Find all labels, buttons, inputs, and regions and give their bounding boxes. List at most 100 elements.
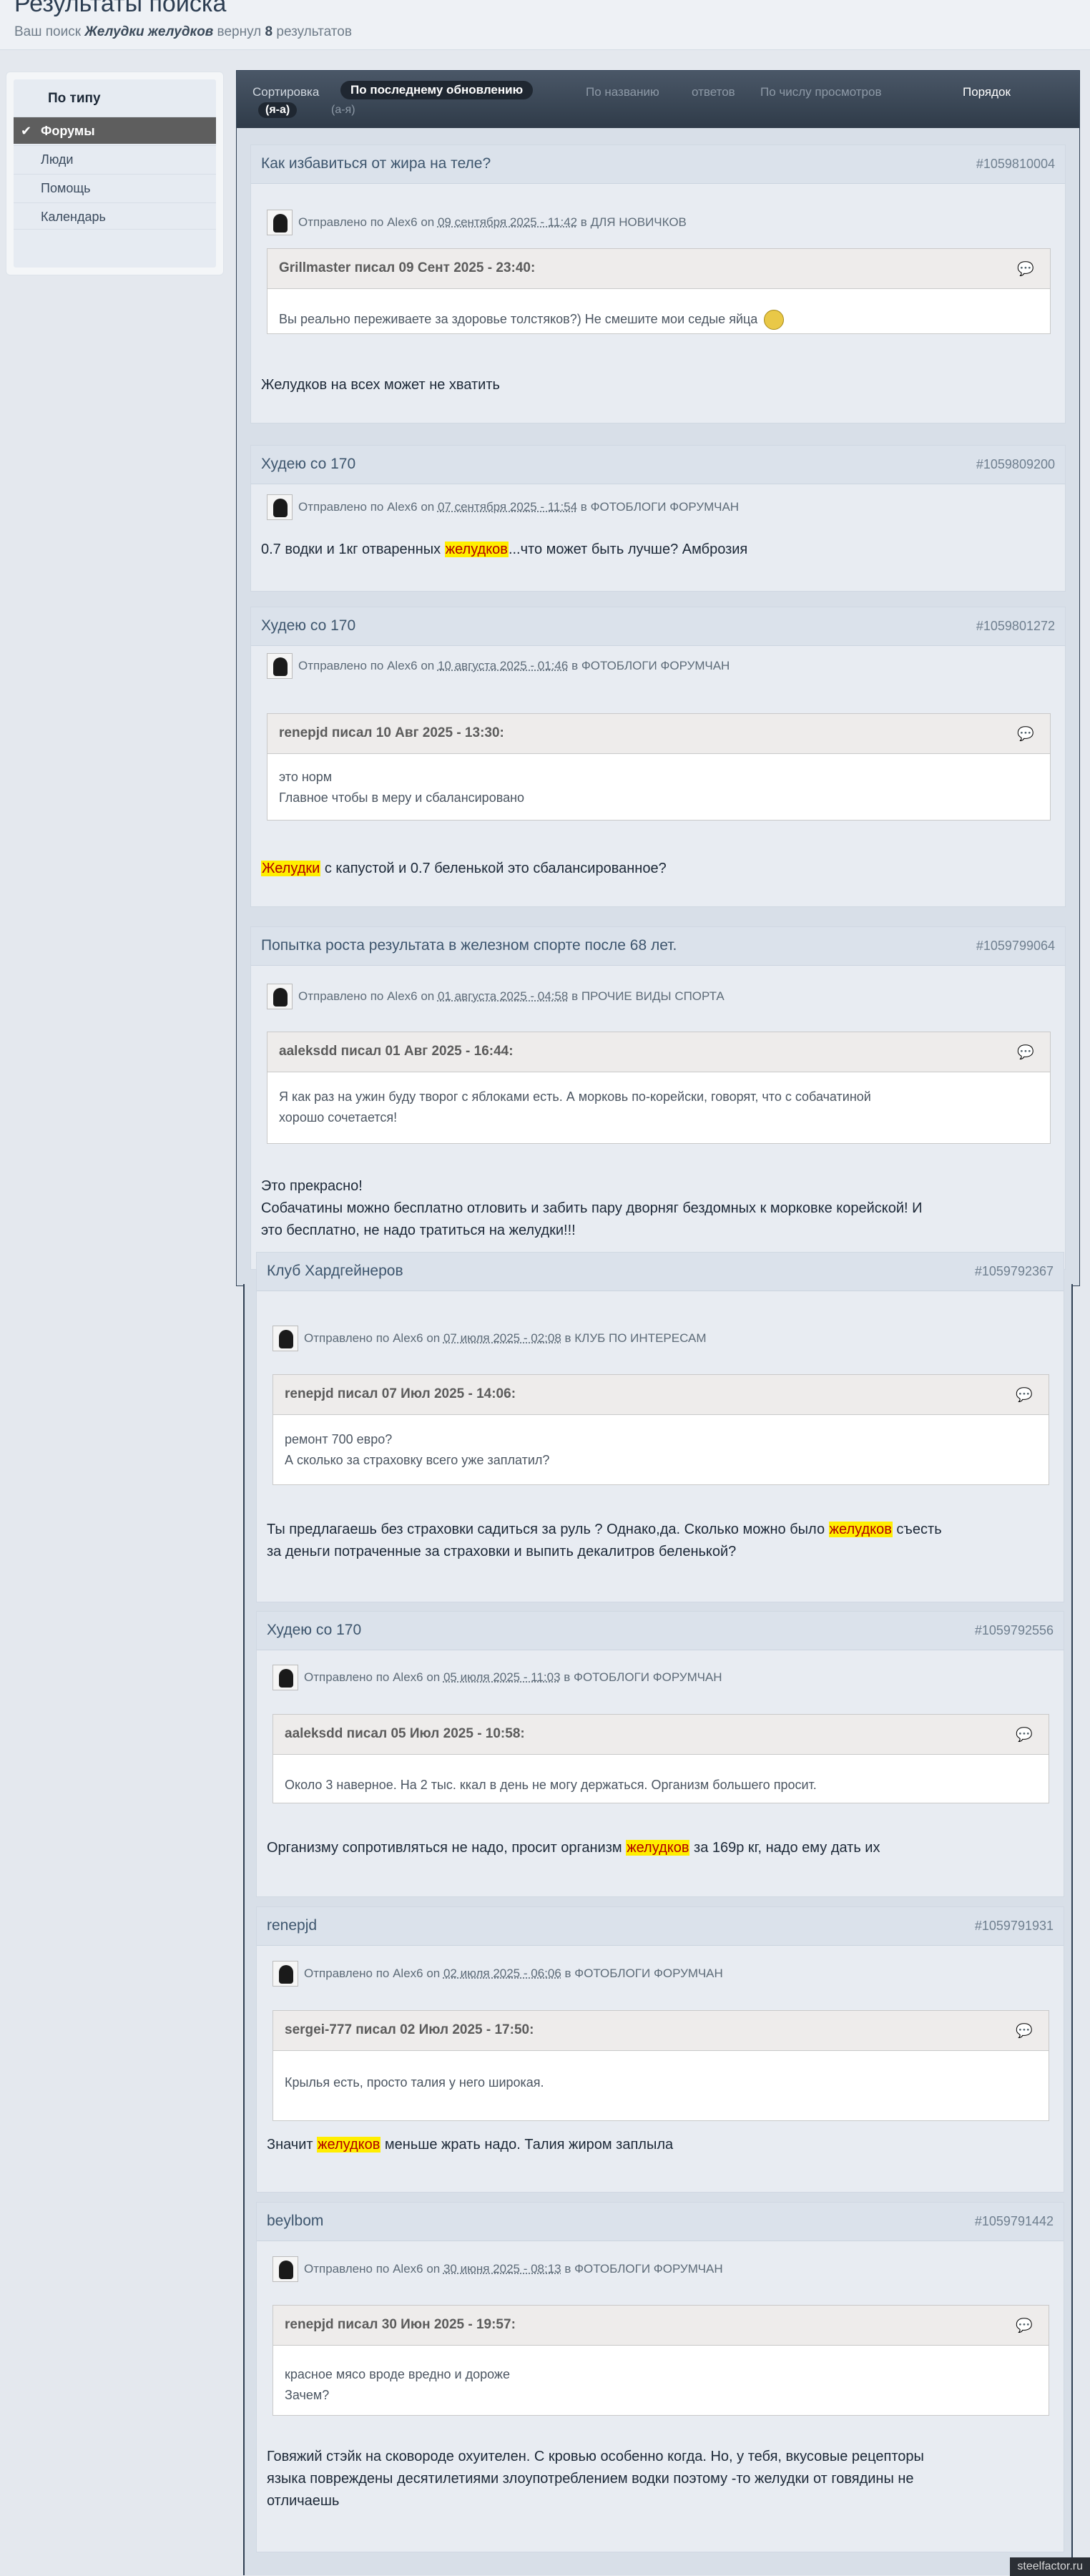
- search-highlight: желудков: [444, 542, 509, 557]
- search-query: Желудки желудков: [84, 24, 214, 39]
- post-title-link[interactable]: Как избавиться от жира на теле?: [261, 155, 491, 172]
- search-result-post: Клуб Хардгейнеров #1059792367 Отправлено п…: [256, 1252, 1064, 1602]
- quote-line: Главное чтобы в меру и сбалансировано: [279, 790, 525, 805]
- post-title-link[interactable]: renepjd: [267, 1917, 317, 1934]
- post-text: Значит желудков меньше жрать надо. Талия…: [267, 2134, 673, 2156]
- quote-line: Крылья есть, просто талия у него широкая…: [285, 2075, 544, 2090]
- sidebar-item-forums[interactable]: ✔ Форумы: [14, 117, 216, 144]
- avatar[interactable]: [267, 494, 293, 520]
- order-asc[interactable]: (а-я): [331, 104, 355, 117]
- quote-author: renepjd писал 10 Авг 2025 - 13:30:: [279, 725, 504, 740]
- quote-block: renepjd писал 07 Июл 2025 - 14:06: 💬 ремон…: [272, 1374, 1049, 1485]
- post-date-link[interactable]: 01 августа 2025 - 04:58: [438, 989, 568, 1003]
- avatar[interactable]: [267, 210, 293, 235]
- post-text-line: Это прекрасно!: [261, 1178, 363, 1194]
- avatar[interactable]: [272, 2256, 298, 2282]
- post-id-link[interactable]: #1059799064: [976, 939, 1055, 954]
- post-id-link[interactable]: #1059809200: [976, 457, 1055, 472]
- quote-view-icon[interactable]: 💬: [1017, 1044, 1034, 1061]
- sort-by-views[interactable]: По числу просмотров: [760, 85, 882, 99]
- post-title-link[interactable]: beylbom: [267, 2213, 323, 2230]
- quote-view-icon[interactable]: 💬: [1016, 1726, 1033, 1743]
- post-date-link[interactable]: 30 июня 2025 - 08:13: [443, 2262, 561, 2276]
- post-date-link[interactable]: 09 сентября 2025 - 11:42: [438, 215, 577, 229]
- post-text: Желудков на всех может не хватить: [261, 374, 500, 396]
- post-title-link[interactable]: Попытка роста результата в железном спор…: [261, 937, 677, 954]
- quote-view-icon[interactable]: 💬: [1016, 2317, 1033, 2334]
- quote-view-icon[interactable]: 💬: [1017, 725, 1034, 743]
- search-result-post: beylbom #1059791442 Отправлено по Alex6 on…: [256, 2202, 1064, 2552]
- search-highlight: желудков: [828, 1522, 893, 1537]
- sort-by-replies[interactable]: ответов: [692, 85, 735, 99]
- sidebar-item-help[interactable]: Помощь: [14, 174, 216, 201]
- post-text-line: языка повреждены десятилетиями злоупотре…: [267, 2471, 914, 2487]
- post-text: Говяжий стэйк на сковороде охуителен. С …: [267, 2446, 924, 2512]
- post-date-link[interactable]: 07 июля 2025 - 02:08: [443, 1331, 561, 1345]
- quote-view-icon[interactable]: 💬: [1016, 2022, 1033, 2039]
- quote-view-icon[interactable]: 💬: [1017, 260, 1034, 278]
- post-title-link[interactable]: Худею со 170: [267, 1622, 361, 1639]
- forum-link[interactable]: ФОТОБЛОГИ ФОРУМЧАН: [574, 2262, 723, 2276]
- post-id-link[interactable]: #1059791442: [975, 2214, 1054, 2229]
- post-text-line: Желудков на всех может не хватить: [261, 377, 500, 393]
- post-title-bar: Худею со 170 #1059792556: [257, 1612, 1064, 1650]
- post-text-line: Ты предлагаешь без страховки садиться за…: [267, 1522, 942, 1537]
- forum-link[interactable]: КЛУБ ПО ИНТЕРЕСАМ: [574, 1331, 706, 1345]
- forum-link[interactable]: ФОТОБЛОГИ ФОРУМЧАН: [581, 659, 730, 672]
- sort-by-updated[interactable]: По последнему обновлению: [340, 81, 534, 99]
- sidebar-item-calendar[interactable]: Календарь: [14, 202, 216, 230]
- sort-order-label: Порядок: [963, 85, 1011, 99]
- avatar[interactable]: [267, 653, 293, 679]
- watermark: steelfactor.ru: [1010, 2557, 1090, 2576]
- avatar[interactable]: [272, 1326, 298, 1351]
- post-id-link[interactable]: #1059791931: [975, 1919, 1054, 1934]
- post-title-link[interactable]: Клуб Хардгейнеров: [267, 1263, 403, 1280]
- quote-line: красное мясо вроде вредно и дороже: [285, 2367, 510, 2381]
- post-id-link[interactable]: #1059801272: [976, 619, 1055, 634]
- forum-link[interactable]: ФОТОБЛОГИ ФОРУМЧАН: [591, 500, 740, 514]
- forum-link[interactable]: ФОТОБЛОГИ ФОРУМЧАН: [574, 1670, 722, 1684]
- sort-label: Сортировка: [252, 85, 320, 99]
- quote-header: aaleksdd писал 01 Авг 2025 - 16:44: 💬: [267, 1032, 1050, 1072]
- post-title-bar: renepjd #1059791931: [257, 1907, 1064, 1946]
- avatar[interactable]: [267, 984, 293, 1009]
- post-id-link[interactable]: #1059792367: [975, 1264, 1054, 1279]
- post-title-bar: Худею со 170 #1059809200: [251, 446, 1065, 484]
- sidebar-item-people[interactable]: Люди: [14, 145, 216, 172]
- avatar[interactable]: [272, 1961, 298, 1987]
- quote-body: Около 3 наверное. На 2 тыс. ккал в день …: [285, 1775, 817, 1796]
- post-id-link[interactable]: #1059810004: [976, 157, 1055, 172]
- quote-header: renepjd писал 07 Июл 2025 - 14:06: 💬: [273, 1375, 1049, 1415]
- quote-view-icon[interactable]: 💬: [1016, 1386, 1033, 1404]
- post-title-link[interactable]: Худею со 170: [261, 456, 355, 473]
- search-result-post: Худею со 170 #1059801272 Отправлено по Ale…: [250, 607, 1066, 907]
- page-title: Результаты поиска: [14, 0, 227, 17]
- quote-block: aaleksdd писал 05 Июл 2025 - 10:58: 💬 Окол…: [272, 1714, 1049, 1803]
- post-text-line: Значит желудков меньше жрать надо. Талия…: [267, 2137, 674, 2153]
- quote-block: renepjd писал 30 Июн 2025 - 19:57: 💬 красн…: [272, 2305, 1049, 2416]
- quote-body: Вы реально переживаете за здоровье толст…: [279, 309, 785, 330]
- quote-author: renepjd писал 07 Июл 2025 - 14:06:: [285, 1386, 516, 1401]
- quote-body: Крылья есть, просто талия у него широкая…: [285, 2072, 544, 2093]
- forum-link[interactable]: ДЛЯ НОВИЧКОВ: [591, 215, 687, 229]
- quote-line: Зачем?: [285, 2388, 330, 2402]
- search-highlight: Желудки: [261, 861, 321, 876]
- quote-block: Grillmaster писал 09 Сент 2025 - 23:40: 💬…: [267, 248, 1051, 334]
- post-title-link[interactable]: Худею со 170: [261, 617, 355, 635]
- quote-line: Вы реально переживаете за здоровье толст…: [279, 312, 758, 326]
- quote-body: ремонт 700 евро? А сколько за страховку в…: [285, 1429, 549, 1471]
- avatar[interactable]: [272, 1665, 298, 1690]
- post-date-link[interactable]: 02 июля 2025 - 06:06: [443, 1967, 561, 1980]
- forum-link[interactable]: ФОТОБЛОГИ ФОРУМЧАН: [574, 1967, 723, 1980]
- post-date-link[interactable]: 07 сентября 2025 - 11:54: [438, 500, 577, 514]
- post-text-line: Говяжий стэйк на сковороде охуителен. С …: [267, 2449, 924, 2464]
- post-date-link[interactable]: 10 августа 2025 - 01:46: [438, 659, 568, 672]
- order-desc[interactable]: (я-а): [258, 102, 298, 118]
- post-text: 0.7 водки и 1кг отваренных желудков...чт…: [261, 539, 747, 561]
- sort-by-title[interactable]: По названию: [586, 85, 659, 99]
- post-id-link[interactable]: #1059792556: [975, 1623, 1054, 1638]
- forum-link[interactable]: ПРОЧИЕ ВИДЫ СПОРТА: [581, 989, 725, 1003]
- post-date-link[interactable]: 05 июля 2025 - 11:03: [443, 1670, 561, 1684]
- quote-block: aaleksdd писал 01 Авг 2025 - 16:44: 💬 Я ка…: [267, 1032, 1051, 1144]
- quote-line: Я как раз на ужин буду творог с яблоками…: [279, 1089, 871, 1104]
